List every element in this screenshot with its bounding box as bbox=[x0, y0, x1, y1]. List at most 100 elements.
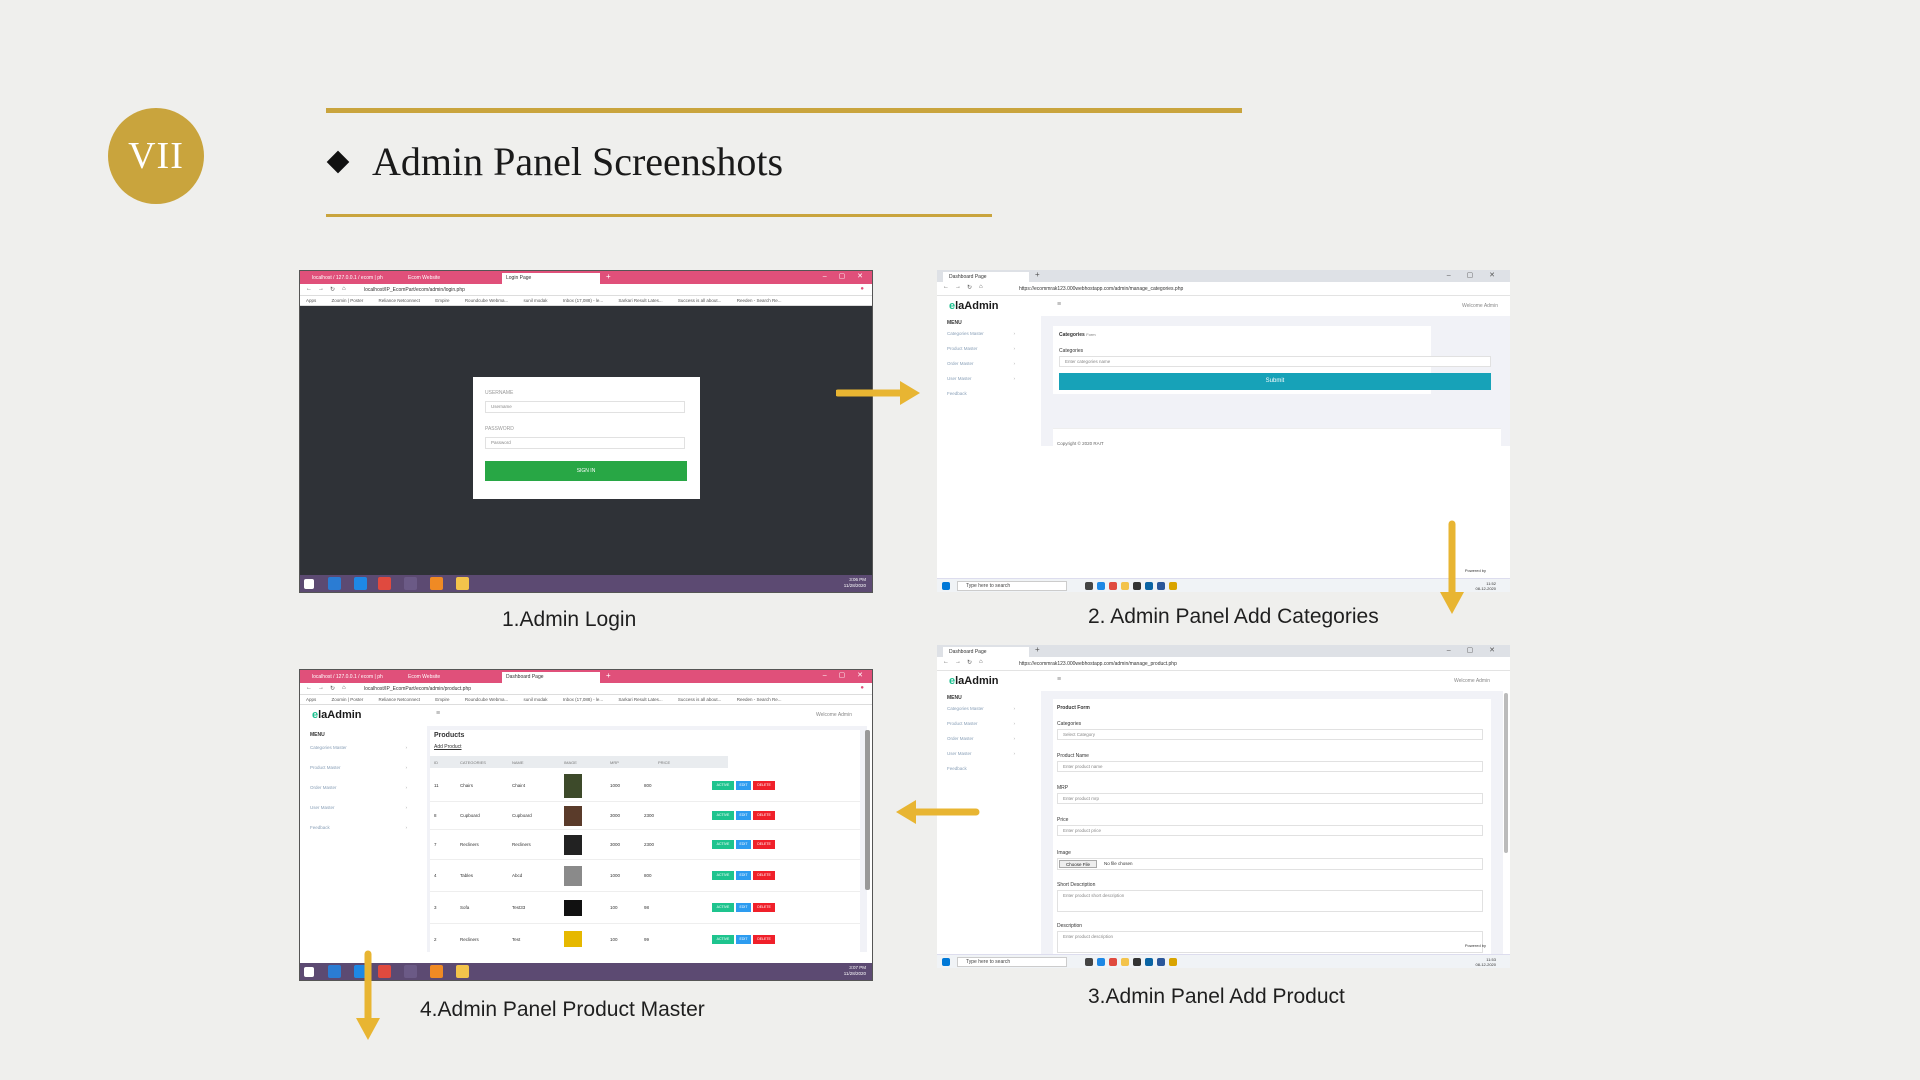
new-tab-icon[interactable]: + bbox=[606, 671, 611, 680]
forward-icon[interactable]: → bbox=[955, 284, 961, 290]
sidebar-item-feedback[interactable]: Feedback bbox=[937, 386, 1023, 401]
home-icon[interactable]: ⌂ bbox=[979, 284, 983, 290]
menu-toggle-icon[interactable]: ≡ bbox=[1057, 676, 1061, 683]
ie-icon[interactable] bbox=[328, 965, 341, 978]
delete-button[interactable]: DELETE bbox=[753, 903, 775, 912]
edge-icon[interactable] bbox=[1097, 582, 1105, 590]
description-textarea[interactable]: Enter product description bbox=[1057, 931, 1483, 953]
system-clock[interactable]: 3:07 PM 11/28/2020 bbox=[844, 965, 866, 977]
back-icon[interactable]: ← bbox=[306, 685, 312, 691]
sidebar-item-categories[interactable]: Categories Master › bbox=[937, 326, 1023, 341]
bookmark[interactable]: Reeden - Search Re... bbox=[737, 697, 782, 702]
start-icon[interactable] bbox=[942, 582, 950, 590]
back-icon[interactable]: ← bbox=[306, 286, 312, 292]
mail-icon[interactable] bbox=[1145, 958, 1153, 966]
sidebar-item-user[interactable]: User Master › bbox=[300, 798, 415, 818]
window-controls[interactable]: – ▢ ✕ bbox=[823, 671, 868, 679]
bookmark[interactable]: Sarkari Result Lates... bbox=[618, 298, 662, 303]
sidebar-item-product[interactable]: Product Master › bbox=[300, 758, 415, 778]
reload-icon[interactable]: ↻ bbox=[330, 286, 335, 293]
start-icon[interactable] bbox=[304, 967, 314, 977]
system-clock[interactable]: 11:53 08-12-2020 bbox=[1476, 957, 1496, 967]
bookmark[interactable]: Reeden - Search Re... bbox=[737, 298, 782, 303]
categories-input[interactable]: Enter categories name bbox=[1059, 356, 1491, 367]
sidebar-item-user[interactable]: User Master › bbox=[937, 371, 1023, 386]
edge-icon[interactable] bbox=[1097, 958, 1105, 966]
active-button[interactable]: ACTIVE bbox=[712, 811, 734, 820]
window-controls[interactable]: – ▢ ✕ bbox=[1447, 271, 1502, 279]
bookmark[interactable]: sunil modak bbox=[524, 697, 548, 702]
bookmark[interactable]: Apps bbox=[306, 697, 316, 702]
sidebar-item-categories[interactable]: Categories Master › bbox=[937, 701, 1023, 716]
window-controls[interactable]: – ▢ ✕ bbox=[1447, 646, 1502, 654]
folder-icon[interactable] bbox=[456, 577, 469, 590]
chrome-icon[interactable] bbox=[1109, 958, 1117, 966]
delete-button[interactable]: DELETE bbox=[753, 935, 775, 944]
bookmark[interactable]: Apps bbox=[306, 298, 316, 303]
page-scrollbar[interactable] bbox=[1504, 693, 1508, 853]
sidebar-item-feedback[interactable]: Feedback › bbox=[300, 818, 415, 838]
active-button[interactable]: ACTIVE bbox=[712, 840, 734, 849]
bookmark[interactable]: Empire bbox=[435, 298, 449, 303]
edit-button[interactable]: EDIT bbox=[736, 811, 751, 820]
bookmark[interactable]: Zoomin | Poster bbox=[332, 697, 364, 702]
reload-icon[interactable]: ↻ bbox=[967, 284, 972, 291]
chrome-icon[interactable] bbox=[378, 577, 391, 590]
bookmark[interactable]: Roundcube Webma... bbox=[465, 697, 508, 702]
window-controls[interactable]: – ▢ ✕ bbox=[823, 272, 868, 280]
browser-tab[interactable]: localhost / 127.0.0.1 / ecom | ph bbox=[308, 273, 400, 284]
taskview-icon[interactable] bbox=[1085, 582, 1093, 590]
page-scrollbar[interactable] bbox=[865, 730, 870, 890]
edit-button[interactable]: EDIT bbox=[736, 781, 751, 790]
start-icon[interactable] bbox=[304, 579, 314, 589]
app-icon[interactable] bbox=[1169, 958, 1177, 966]
brand-logo[interactable]: elaAdmin bbox=[949, 675, 999, 687]
new-tab-icon[interactable]: + bbox=[1035, 645, 1040, 654]
mail-icon[interactable] bbox=[1145, 582, 1153, 590]
profile-icon[interactable]: ● bbox=[860, 685, 864, 691]
ie-icon[interactable] bbox=[328, 577, 341, 590]
folder-icon[interactable] bbox=[1121, 582, 1129, 590]
folder-icon[interactable] bbox=[456, 965, 469, 978]
bookmark[interactable]: Success is all about... bbox=[678, 697, 722, 702]
browser-tab-active[interactable]: Login Page bbox=[502, 273, 600, 284]
browser-tab-active[interactable]: Dashboard Page bbox=[943, 272, 1029, 282]
username-input[interactable]: Username bbox=[485, 401, 685, 413]
xampp-icon[interactable] bbox=[430, 965, 443, 978]
profile-icon[interactable]: ● bbox=[860, 286, 864, 292]
add-product-link[interactable]: Add Product bbox=[434, 744, 462, 750]
xampp-icon[interactable] bbox=[430, 577, 443, 590]
url-text[interactable]: https://ecommrak123.000webhostapp.com/ad… bbox=[1019, 286, 1183, 292]
reload-icon[interactable]: ↻ bbox=[967, 659, 972, 666]
url-text[interactable]: localhost/IP_EcomPart/ecom/admin/login.p… bbox=[364, 287, 465, 293]
app-icon[interactable] bbox=[1169, 582, 1177, 590]
bookmark[interactable]: Reliance Netconnect bbox=[378, 697, 420, 702]
bookmark[interactable]: sunil modak bbox=[524, 298, 548, 303]
url-text[interactable]: https://ecommrak123.000webhostapp.com/ad… bbox=[1019, 661, 1177, 667]
edit-button[interactable]: EDIT bbox=[736, 903, 751, 912]
edit-button[interactable]: EDIT bbox=[736, 840, 751, 849]
signin-button[interactable]: SIGN IN bbox=[485, 461, 687, 481]
delete-button[interactable]: DELETE bbox=[753, 781, 775, 790]
folder-icon[interactable] bbox=[1121, 958, 1129, 966]
image-file-input[interactable]: No file chosen bbox=[1057, 858, 1483, 870]
taskview-icon[interactable] bbox=[1085, 958, 1093, 966]
word-icon[interactable] bbox=[1157, 958, 1165, 966]
bookmark[interactable]: Inbox (17,088) - le... bbox=[563, 697, 603, 702]
forward-icon[interactable]: → bbox=[318, 286, 324, 292]
store-icon[interactable] bbox=[1133, 582, 1141, 590]
home-icon[interactable]: ⌂ bbox=[979, 659, 983, 665]
browser-tab[interactable]: Ecom Website bbox=[404, 273, 496, 284]
edit-button[interactable]: EDIT bbox=[736, 935, 751, 944]
sidebar-item-categories[interactable]: Categories Master › bbox=[300, 738, 415, 758]
new-tab-icon[interactable]: + bbox=[1035, 270, 1040, 279]
active-button[interactable]: ACTIVE bbox=[712, 871, 734, 880]
sidebar-item-feedback[interactable]: Feedback bbox=[937, 761, 1023, 776]
word-icon[interactable] bbox=[1157, 582, 1165, 590]
submit-button[interactable]: Submit bbox=[1059, 373, 1491, 390]
back-icon[interactable]: ← bbox=[943, 659, 949, 665]
home-icon[interactable]: ⌂ bbox=[342, 685, 346, 691]
menu-toggle-icon[interactable]: ≡ bbox=[1057, 301, 1061, 308]
mrp-input[interactable]: Enter product mrp bbox=[1057, 793, 1483, 804]
browser-tab[interactable]: Ecom Website bbox=[404, 672, 496, 683]
